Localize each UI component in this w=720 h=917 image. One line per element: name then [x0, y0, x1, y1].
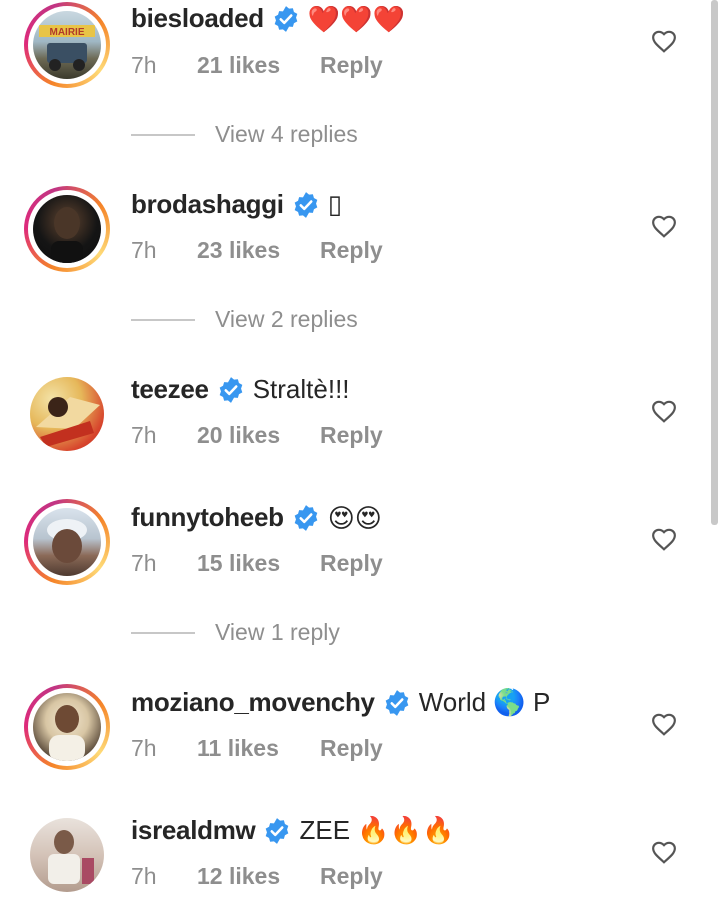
comment-text: 😍😍	[327, 502, 382, 533]
verified-badge-icon	[294, 191, 318, 218]
view-replies-button[interactable]: View 2 replies	[131, 306, 358, 333]
username[interactable]: moziano_movenchy	[131, 687, 375, 718]
comment-time: 7h	[131, 550, 157, 576]
view-replies-button[interactable]: View 1 reply	[131, 619, 340, 646]
divider	[131, 631, 195, 634]
avatar[interactable]	[24, 499, 110, 585]
comment-time: 7h	[131, 735, 157, 761]
view-replies-label: View 2 replies	[215, 306, 358, 332]
comment-time: 7h	[131, 863, 157, 889]
heart-outline-icon[interactable]	[651, 527, 677, 551]
avatar-photo	[51, 207, 83, 263]
view-replies-label: View 4 replies	[215, 121, 358, 147]
username[interactable]: brodashaggi	[131, 189, 284, 220]
comment-time: 7h	[131, 52, 157, 78]
divider	[131, 318, 195, 321]
comment-time: 7h	[131, 237, 157, 263]
heart-outline-icon[interactable]	[651, 399, 677, 423]
comment-text: Straltè!!!	[252, 374, 350, 404]
comment-text: ❤️❤️❤️	[307, 3, 405, 34]
scrollbar[interactable]	[711, 0, 718, 525]
view-replies-button[interactable]: View 4 replies	[131, 121, 358, 148]
heart-outline-icon[interactable]	[651, 712, 677, 736]
likes-count[interactable]: 23 likes	[197, 237, 320, 264]
username[interactable]: funnytoheeb	[131, 502, 284, 533]
avatar[interactable]	[24, 812, 110, 898]
view-replies-label: View 1 reply	[215, 619, 340, 645]
avatar[interactable]: MAIRIE	[24, 2, 110, 88]
avatar-photo	[36, 397, 100, 447]
likes-count[interactable]: 12 likes	[197, 863, 320, 890]
divider	[131, 133, 195, 136]
avatar-photo: MAIRIE	[39, 25, 95, 71]
reply-button[interactable]: Reply	[320, 735, 383, 762]
avatar-photo	[48, 830, 94, 884]
username[interactable]: isrealdmw	[131, 815, 256, 846]
likes-count[interactable]: 15 likes	[197, 550, 320, 577]
avatar[interactable]	[24, 684, 110, 770]
reply-button[interactable]: Reply	[320, 237, 383, 264]
username[interactable]: biesloaded	[131, 3, 264, 34]
reply-button[interactable]: Reply	[320, 863, 383, 890]
reply-button[interactable]: Reply	[320, 52, 383, 79]
heart-outline-icon[interactable]	[651, 29, 677, 53]
heart-outline-icon[interactable]	[651, 214, 677, 238]
svg-text:MAIRIE: MAIRIE	[50, 27, 85, 38]
reply-button[interactable]: Reply	[320, 550, 383, 577]
username[interactable]: teezee	[131, 374, 209, 405]
comment-text: World 🌎 P	[418, 687, 551, 717]
likes-count[interactable]: 11 likes	[197, 735, 320, 762]
avatar[interactable]	[24, 186, 110, 272]
avatar-photo	[47, 519, 87, 563]
verified-badge-icon	[219, 376, 243, 403]
likes-count[interactable]: 20 likes	[197, 422, 320, 449]
comment-text: ▯	[327, 189, 343, 219]
likes-count[interactable]: 21 likes	[197, 52, 320, 79]
heart-outline-icon[interactable]	[651, 840, 677, 864]
verified-badge-icon	[385, 689, 409, 716]
comment-time: 7h	[131, 422, 157, 448]
avatar-photo	[49, 705, 85, 761]
verified-badge-icon	[294, 504, 318, 531]
avatar[interactable]	[24, 371, 110, 457]
verified-badge-icon	[274, 5, 298, 32]
comment-text: ZEE 🔥🔥🔥	[299, 815, 455, 845]
verified-badge-icon	[266, 817, 289, 844]
reply-button[interactable]: Reply	[320, 422, 383, 449]
